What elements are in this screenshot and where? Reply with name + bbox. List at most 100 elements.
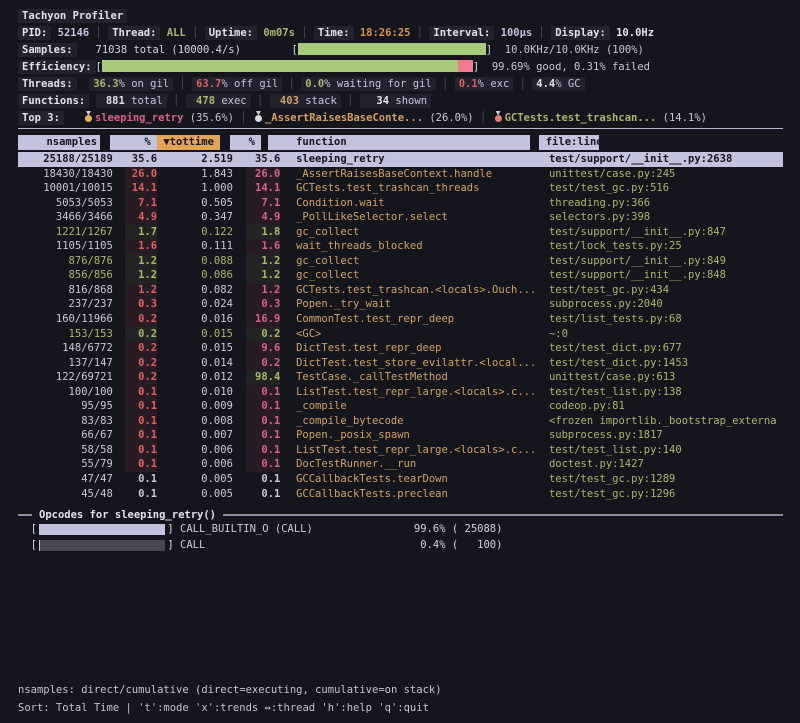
status-segment: Display: 10.0Hz bbox=[551, 26, 654, 40]
file-line-cell: subprocess.py:1817 bbox=[549, 428, 783, 443]
divider: │ bbox=[295, 27, 314, 39]
efficiency-label: Efficiency: bbox=[18, 60, 96, 74]
table-row[interactable]: 148/67720.20.0159.6DictTest.test_repr_de… bbox=[18, 341, 783, 356]
function-cell: sleeping_retry bbox=[296, 152, 539, 167]
pct-tottime-cell: 98.4 bbox=[246, 370, 281, 385]
table-row[interactable]: 10001/1001514.11.00014.1GCTests.test_tra… bbox=[18, 181, 783, 196]
table-row[interactable]: 45/480.10.0050.1GCCallbackTests.preclean… bbox=[18, 487, 783, 502]
table-row[interactable]: 66/670.10.0070.1Popen._posix_spawnsubpro… bbox=[18, 428, 783, 443]
table-row[interactable]: 5053/50537.10.5057.1Condition.waitthread… bbox=[18, 196, 783, 211]
tottime-cell: 1.843 bbox=[170, 167, 233, 182]
table-row[interactable]: 122/697210.20.01298.4TestCase._callTestM… bbox=[18, 370, 783, 385]
nsamples-cell: 95/95 bbox=[18, 399, 113, 414]
top-function-entry: GCTests.test_trashcan... (14.1%) bbox=[493, 112, 707, 124]
tottime-cell: 0.111 bbox=[170, 239, 233, 254]
table-row[interactable]: 25188/2518935.62.51935.6sleeping_retryte… bbox=[18, 152, 783, 167]
column-header-nsamples[interactable]: nsamples bbox=[18, 135, 100, 150]
status-label: Interval: bbox=[429, 26, 494, 40]
column-header-tottime[interactable]: ▼tottime bbox=[157, 135, 220, 150]
nsamples-cell: 55/79 bbox=[18, 457, 113, 472]
pct-direct-cell: 0.1 bbox=[125, 385, 157, 400]
divider: │ bbox=[436, 78, 455, 90]
function-cell: <GC> bbox=[296, 327, 539, 342]
tottime-cell: 0.012 bbox=[170, 370, 233, 385]
function-cell: DictTest.test_repr_deep bbox=[296, 341, 539, 356]
table-row[interactable]: 816/8681.20.0821.2GCTests.test_trashcan.… bbox=[18, 283, 783, 298]
column-header-pct-direct[interactable]: % bbox=[110, 135, 157, 150]
status-label: PID: bbox=[18, 26, 51, 40]
opcode-stats: 0.4% ( 100) bbox=[414, 538, 503, 554]
status-value: 18:26:25 bbox=[360, 27, 411, 39]
divider: │ bbox=[410, 27, 429, 39]
table-row[interactable]: 95/950.10.0090.1_compilecodeop.py:81 bbox=[18, 399, 783, 414]
table-row[interactable]: 856/8561.20.0861.2gc_collecttest/support… bbox=[18, 268, 783, 283]
table-row[interactable]: 1221/12671.70.1221.8gc_collecttest/suppo… bbox=[18, 225, 783, 240]
pct-direct-cell: 14.1 bbox=[125, 181, 157, 196]
table-row[interactable]: 153/1530.20.0150.2<GC>~:0 bbox=[18, 327, 783, 342]
pct-tottime-cell: 1.2 bbox=[246, 283, 281, 298]
pct-direct-cell: 26.0 bbox=[125, 167, 157, 182]
pct-direct-cell: 0.1 bbox=[125, 414, 157, 429]
opcode-bar-fill bbox=[39, 540, 40, 551]
stat-desc: exec bbox=[221, 95, 246, 107]
stat-value: 36.3 bbox=[93, 78, 118, 90]
table-body: 25188/2518935.62.51935.6sleeping_retryte… bbox=[18, 152, 783, 501]
stat-desc: GC bbox=[568, 78, 581, 90]
pct-tottime-cell: 0.1 bbox=[246, 443, 281, 458]
table-row[interactable]: 83/830.10.0080.1_compile_bytecode<frozen… bbox=[18, 414, 783, 429]
pct-direct-cell: 0.2 bbox=[125, 341, 157, 356]
divider bbox=[89, 95, 95, 107]
top-function-entry: sleeping_retry (35.6%) bbox=[83, 112, 234, 124]
column-header-pct-tottime[interactable]: % bbox=[230, 135, 262, 150]
pct-tottime-cell: 1.6 bbox=[246, 239, 281, 254]
table-row[interactable]: 100/1000.10.0100.1ListTest.test_repr_lar… bbox=[18, 385, 783, 400]
table-row[interactable]: 47/470.10.0050.1GCCallbackTests.tearDown… bbox=[18, 472, 783, 487]
table-row[interactable]: 3466/34664.90.3474.9_PollLikeSelector.se… bbox=[18, 210, 783, 225]
table-row[interactable]: 160/119660.20.01616.9CommonTest.test_rep… bbox=[18, 312, 783, 327]
stat-chip: 0.0% waiting for gil bbox=[301, 77, 435, 91]
table-row[interactable]: 18430/1843026.01.84326.0_AssertRaisesBas… bbox=[18, 167, 783, 182]
pct-tottime-cell: 26.0 bbox=[246, 167, 281, 182]
tottime-cell: 0.005 bbox=[170, 487, 233, 502]
status-label: Time: bbox=[314, 26, 354, 40]
pct-direct-cell: 7.1 bbox=[125, 196, 157, 211]
divider: │ bbox=[234, 112, 253, 124]
pct-tottime-cell: 7.1 bbox=[246, 196, 281, 211]
table-row[interactable]: 876/8761.20.0881.2gc_collecttest/support… bbox=[18, 254, 783, 269]
table-row[interactable]: 1105/11051.60.1111.6wait_threads_blocked… bbox=[18, 239, 783, 254]
file-line-cell: test/test_list.py:140 bbox=[549, 443, 783, 458]
samples-rate-text bbox=[492, 44, 505, 56]
stat-chip: 403 stack bbox=[270, 94, 341, 108]
stat-chip: 0.1% exc bbox=[455, 77, 514, 91]
table-row[interactable]: 58/580.10.0060.1ListTest.test_repr_large… bbox=[18, 443, 783, 458]
stat-desc: on gil bbox=[131, 78, 169, 90]
pct-tottime-cell: 0.1 bbox=[246, 399, 281, 414]
top-function-pct: (14.1%) bbox=[663, 112, 707, 124]
threads-line: Threads: 36.3% on gil │ 63.7% off gil │ … bbox=[18, 76, 783, 93]
status-label: Thread: bbox=[108, 26, 160, 40]
column-header-file-line[interactable]: file:line bbox=[539, 135, 599, 150]
pct-direct-cell: 4.9 bbox=[125, 210, 157, 225]
stat-value: 4.4 bbox=[536, 78, 555, 90]
footer-keybindings: Sort: Total Time | 't':mode 'x':trends ↔… bbox=[18, 699, 442, 717]
nsamples-cell: 137/147 bbox=[18, 356, 113, 371]
samples-line: Samples:71038 total (10000.4/s)[] 10.0KH… bbox=[18, 42, 783, 59]
medal-icon bbox=[255, 115, 262, 122]
table-row[interactable]: 55/790.10.0060.1DocTestRunner.__rundocte… bbox=[18, 457, 783, 472]
table-row[interactable]: 237/2370.30.0240.3Popen._try_waitsubproc… bbox=[18, 297, 783, 312]
tottime-cell: 2.519 bbox=[170, 152, 233, 167]
status-value: ALL bbox=[167, 27, 186, 39]
opcodes-section-header: Opcodes for sleeping_retry() bbox=[18, 507, 783, 522]
function-cell: Condition.wait bbox=[296, 196, 539, 211]
bar-close-bracket: ] bbox=[167, 538, 173, 554]
pct-tottime-cell: 9.6 bbox=[246, 341, 281, 356]
column-header-function[interactable]: function bbox=[268, 135, 530, 150]
opcode-row: []CALL 0.4% ( 100) bbox=[18, 538, 783, 554]
function-cell: gc_collect bbox=[296, 254, 539, 269]
table-row[interactable]: 137/1470.20.0140.2DictTest.test_store_ev… bbox=[18, 356, 783, 371]
spacer bbox=[479, 61, 492, 73]
tottime-cell: 0.015 bbox=[170, 327, 233, 342]
function-cell: ListTest.test_repr_large.<locals>.c... bbox=[296, 443, 539, 458]
divider: │ bbox=[251, 95, 270, 107]
file-line-cell: test/test_dict.py:1453 bbox=[549, 356, 783, 371]
